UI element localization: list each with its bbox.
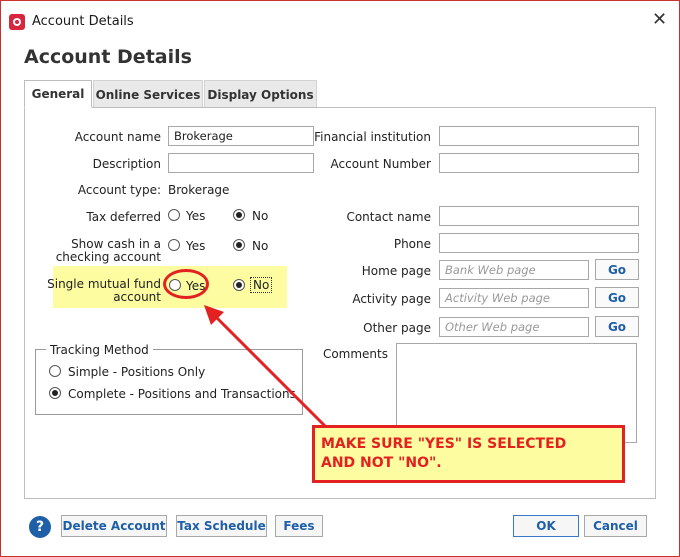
- activity-page-go-button[interactable]: Go: [595, 287, 639, 308]
- tax-deferred-no-radio[interactable]: [233, 209, 245, 221]
- account-number-label: Account Number: [330, 157, 431, 171]
- phone-field[interactable]: [439, 233, 639, 253]
- account-name-field[interactable]: Brokerage: [168, 126, 314, 146]
- annotation-circle: [163, 269, 209, 299]
- activity-page-label: Activity page: [352, 292, 431, 306]
- account-details-window: Account Details ✕ Account Details Genera…: [0, 0, 680, 557]
- home-page-label: Home page: [361, 264, 431, 278]
- tracking-method-group: [35, 349, 303, 415]
- financial-institution-field[interactable]: [439, 126, 639, 146]
- show-cash-no-label: No: [252, 239, 269, 253]
- other-page-label: Other page: [363, 321, 431, 335]
- contact-name-label: Contact name: [346, 210, 431, 224]
- description-label: Description: [92, 157, 161, 171]
- show-cash-yes-radio[interactable]: [168, 239, 180, 251]
- tax-deferred-no-label: No: [252, 209, 269, 223]
- title-bar: Account Details ✕: [1, 1, 679, 31]
- tax-deferred-label: Tax deferred: [86, 210, 161, 224]
- window-title: Account Details: [32, 14, 134, 29]
- account-name-label: Account name: [74, 130, 161, 144]
- show-cash-label-line2: checking account: [55, 250, 161, 264]
- tax-deferred-yes-radio[interactable]: [168, 209, 180, 221]
- quicken-logo-icon: [9, 14, 25, 30]
- account-type-label: Account type:: [77, 183, 161, 197]
- tracking-simple-label: Simple - Positions Only: [68, 365, 206, 379]
- tab-online-services[interactable]: Online Services: [93, 80, 203, 108]
- tab-general[interactable]: General: [24, 80, 92, 108]
- close-icon[interactable]: ✕: [652, 11, 667, 29]
- tracking-complete-radio[interactable]: [49, 387, 61, 399]
- financial-institution-label: Financial institution: [314, 130, 431, 144]
- tracking-complete-label: Complete - Positions and Transactions: [68, 387, 296, 401]
- page-title: Account Details: [24, 46, 192, 68]
- home-page-go-button[interactable]: Go: [595, 259, 639, 280]
- single-mutual-no-label: No: [250, 277, 273, 293]
- show-cash-label-line1: Show cash in a: [71, 237, 161, 251]
- tax-schedule-button[interactable]: Tax Schedule: [176, 515, 267, 537]
- other-page-go-button[interactable]: Go: [595, 316, 639, 337]
- delete-account-button[interactable]: Delete Account: [61, 515, 167, 537]
- tracking-method-title: Tracking Method: [46, 343, 153, 357]
- annotation-note: MAKE SURE "YES" IS SELECTED AND NOT "NO"…: [312, 425, 625, 483]
- single-mutual-label-line1: Single mutual fund: [47, 277, 161, 291]
- contact-name-field[interactable]: [439, 206, 639, 226]
- other-page-field[interactable]: Other Web page: [439, 317, 589, 337]
- tab-display-options[interactable]: Display Options: [204, 80, 317, 108]
- ok-button[interactable]: OK: [513, 515, 579, 537]
- show-cash-yes-label: Yes: [186, 239, 206, 253]
- fees-button[interactable]: Fees: [275, 515, 323, 537]
- show-cash-no-radio[interactable]: [233, 239, 245, 251]
- description-field[interactable]: [168, 153, 314, 173]
- home-page-field[interactable]: Bank Web page: [439, 260, 589, 280]
- single-mutual-no-radio[interactable]: [233, 279, 245, 291]
- cancel-button[interactable]: Cancel: [584, 515, 647, 537]
- phone-label: Phone: [393, 237, 431, 251]
- account-type-value: Brokerage: [168, 183, 230, 197]
- tax-deferred-yes-label: Yes: [186, 209, 206, 223]
- tracking-simple-radio[interactable]: [49, 365, 61, 377]
- single-mutual-label-line2: account: [113, 290, 161, 304]
- activity-page-field[interactable]: Activity Web page: [439, 288, 589, 308]
- comments-label: Comments: [322, 347, 388, 361]
- help-icon[interactable]: ?: [29, 516, 51, 538]
- account-number-field[interactable]: [439, 153, 639, 173]
